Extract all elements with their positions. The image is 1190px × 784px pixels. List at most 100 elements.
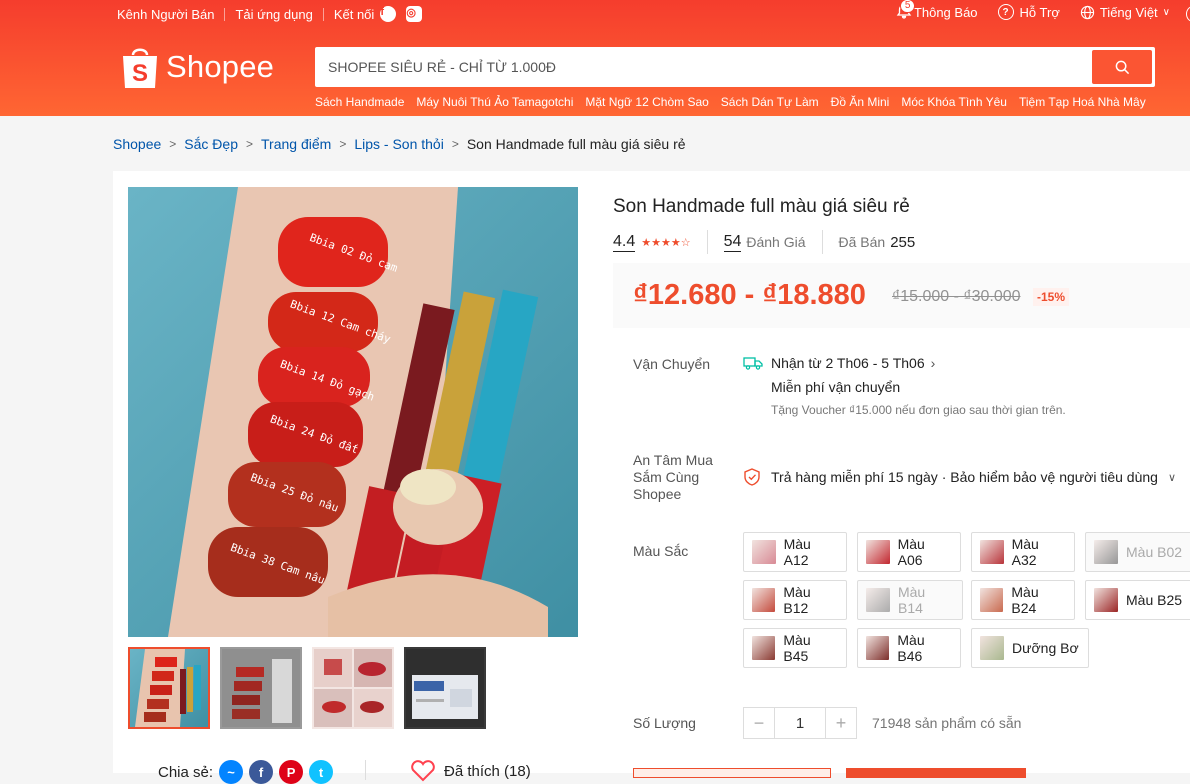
- connect-label: Kết nối: [333, 6, 375, 22]
- help-link[interactable]: ? Hỗ Trợ: [997, 4, 1060, 20]
- header: Kênh Người Bán Tải ứng dụng Kết nối f ◎ …: [0, 0, 1190, 116]
- suggestion-link[interactable]: Móc Khóa Tình Yêu: [901, 95, 1007, 109]
- color-option-label: Màu B14: [897, 584, 926, 616]
- suggestion-link[interactable]: Sách Dán Tự Làm: [721, 95, 819, 109]
- seller-center-link[interactable]: Kênh Người Bán: [117, 7, 214, 22]
- guarantee-info[interactable]: Trả hàng miễn phí 15 ngày · Bảo hiểm bảo…: [743, 468, 1176, 486]
- color-swatch-thumbnail: [980, 540, 1004, 564]
- free-shipping: Miễn phí vận chuyển: [771, 379, 901, 395]
- shopee-bag-icon: S: [123, 48, 157, 88]
- reviews-count[interactable]: 54: [723, 233, 742, 252]
- arm-swatch-photo: Bbia 02 Đỏ cam Bbia 12 Cam cháy Bbia 14 …: [168, 187, 548, 637]
- thumbnail[interactable]: [312, 647, 394, 729]
- chevron-down-icon: ∨: [1162, 6, 1170, 18]
- color-option-label: Màu A32: [1011, 536, 1039, 568]
- increase-button[interactable]: +: [825, 707, 857, 739]
- divider: [821, 230, 823, 254]
- shopee-logo[interactable]: S Shopee: [120, 44, 274, 90]
- color-option[interactable]: Màu B12: [743, 580, 847, 620]
- colors-label: Màu Sắc: [633, 543, 689, 559]
- help-label: Hỗ Trợ: [1019, 4, 1060, 20]
- messenger-icon[interactable]: ~: [219, 760, 244, 784]
- thumbnail[interactable]: [220, 647, 302, 729]
- breadcrumb-link[interactable]: Sắc Đẹp: [184, 136, 238, 152]
- color-option-label: Dưỡng Bơ: [1012, 640, 1079, 656]
- truck-icon: [743, 357, 763, 370]
- logo-text: Shopee: [166, 49, 275, 84]
- globe-icon: [1080, 5, 1095, 20]
- chevron-right-icon: >: [169, 137, 177, 151]
- color-option[interactable]: Màu B02: [1085, 532, 1190, 572]
- divider: [365, 760, 366, 780]
- color-option[interactable]: Màu B46: [857, 628, 961, 668]
- color-option[interactable]: Màu B14: [857, 580, 963, 620]
- sold-count: 255: [890, 233, 916, 251]
- shipping-eta-link[interactable]: Nhận từ 2 Th06 - 5 Th06 ›: [743, 355, 1066, 371]
- color-option[interactable]: Màu B25: [1085, 580, 1190, 620]
- heart-icon: [411, 760, 435, 782]
- breadcrumb-current: Son Handmade full màu giá siêu rẻ: [466, 136, 686, 152]
- chevron-right-icon: >: [451, 137, 459, 151]
- color-swatch-thumbnail: [1094, 540, 1118, 564]
- color-option-label: Màu B02: [1126, 544, 1183, 560]
- search-button[interactable]: [1092, 50, 1152, 84]
- language-label: Tiếng Việt: [1099, 4, 1158, 20]
- color-option[interactable]: Màu B24: [971, 580, 1075, 620]
- breadcrumb-link[interactable]: Shopee: [113, 136, 161, 152]
- color-swatch-thumbnail: [866, 588, 890, 612]
- reviews-label: Đánh Giá: [746, 234, 806, 250]
- color-option-label: Màu A06: [897, 536, 925, 568]
- quantity-label: Số Lượng: [633, 715, 696, 731]
- chevron-right-icon: >: [339, 137, 347, 151]
- add-to-cart-button[interactable]: [633, 768, 831, 778]
- color-option-label: Màu B25: [1126, 592, 1183, 608]
- stock-available: 71948 sản phẩm có sẵn: [872, 715, 1022, 731]
- notifications-link[interactable]: 5 Thông Báo: [896, 0, 978, 20]
- thumbnail-strip: [128, 647, 496, 729]
- instagram-icon[interactable]: ◎: [406, 6, 423, 22]
- sold-label: Đã Bán: [838, 234, 886, 250]
- suggestion-link[interactable]: Tiệm Tạp Hoá Nhà Mây: [1019, 95, 1146, 109]
- rating-value[interactable]: 4.4: [613, 233, 636, 252]
- suggestion-link[interactable]: Mặt Ngữ 12 Chòm Sao: [585, 95, 708, 109]
- breadcrumb: Shopee > Sắc Đẹp > Trang điểm > Lips - S…: [113, 136, 686, 152]
- color-option[interactable]: Màu A12: [743, 532, 847, 572]
- price-box: ₫12.680 - ₫18.880 ₫15.000 - ₫30.000 -15%: [613, 263, 1190, 328]
- thumbnail[interactable]: [404, 647, 486, 729]
- color-swatch-thumbnail: [866, 636, 890, 660]
- chevron-right-icon: >: [246, 137, 254, 151]
- suggestion-link[interactable]: Sách Handmade: [315, 95, 404, 109]
- language-selector[interactable]: Tiếng Việt ∨: [1080, 5, 1170, 20]
- color-option-label: Màu A12: [783, 536, 811, 568]
- color-option-label: Màu B24: [1011, 584, 1039, 616]
- breadcrumb-link[interactable]: Lips - Son thỏi: [354, 136, 444, 152]
- color-option[interactable]: Màu A32: [971, 532, 1075, 572]
- suggestion-link[interactable]: Đồ Ăn Mini: [831, 95, 890, 109]
- breadcrumb-link[interactable]: Trang điểm: [261, 136, 331, 152]
- color-swatch-thumbnail: [752, 636, 776, 660]
- like-button[interactable]: Đã thích (18): [410, 760, 531, 782]
- suggestion-link[interactable]: Máy Nuôi Thú Ảo Tamagotchi: [416, 95, 573, 109]
- color-option[interactable]: Màu B45: [743, 628, 847, 668]
- chevron-down-icon: ∨: [1167, 471, 1177, 484]
- search-input[interactable]: [318, 50, 1088, 84]
- twitter-icon[interactable]: t: [309, 760, 334, 784]
- thumbnail[interactable]: [128, 647, 210, 729]
- chevron-right-icon: ›: [930, 355, 936, 371]
- search-bar: [315, 47, 1155, 87]
- color-option[interactable]: Dưỡng Bơ: [971, 628, 1089, 668]
- notifications-label: Thông Báo: [913, 4, 978, 20]
- shipping-eta: Nhận từ 2 Th06 - 5 Th06: [771, 355, 925, 371]
- facebook-icon[interactable]: f: [380, 6, 397, 22]
- facebook-icon[interactable]: f: [249, 760, 274, 784]
- pinterest-icon[interactable]: P: [279, 760, 304, 784]
- color-swatch-thumbnail: [866, 540, 890, 564]
- product-main-image[interactable]: Bbia 02 Đỏ cam Bbia 12 Cam cháy Bbia 14 …: [128, 187, 578, 637]
- quantity-input[interactable]: 1: [775, 707, 825, 739]
- color-option[interactable]: Màu A06: [857, 532, 961, 572]
- decrease-button[interactable]: −: [743, 707, 775, 739]
- top-bar: Kênh Người Bán Tải ứng dụng Kết nối f ◎ …: [0, 0, 1190, 28]
- help-icon: ?: [997, 4, 1014, 20]
- buy-now-button[interactable]: [846, 768, 1026, 778]
- download-app-link[interactable]: Tải ứng dụng: [235, 7, 312, 22]
